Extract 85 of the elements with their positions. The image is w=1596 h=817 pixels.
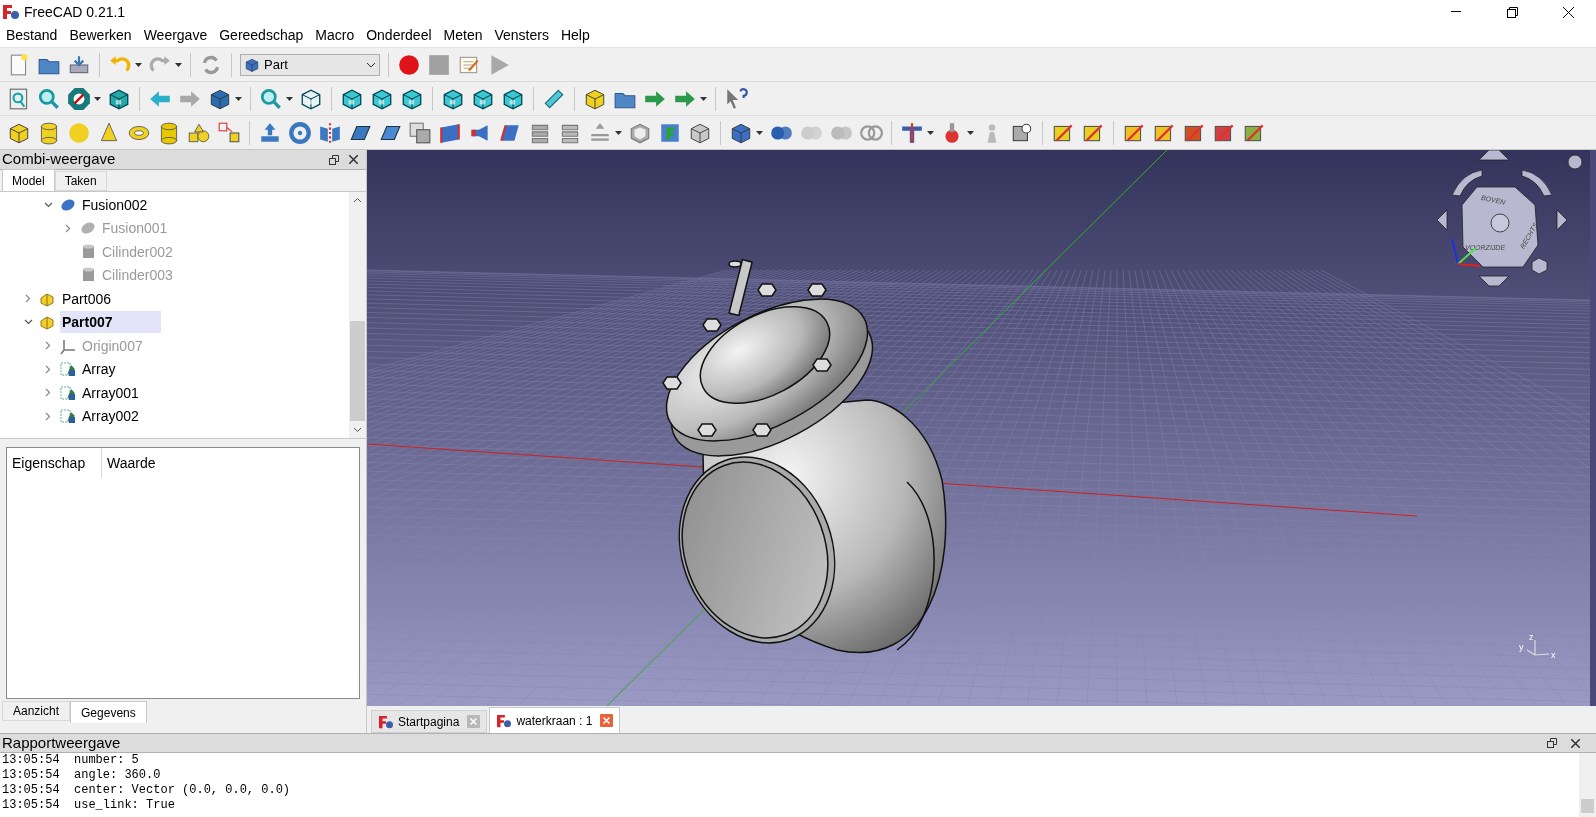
- document-tab[interactable]: Startpagina: [371, 710, 488, 733]
- column-header: Waarde: [106, 454, 157, 473]
- caret-icon[interactable]: [615, 130, 622, 135]
- scrollbar-thumb[interactable]: [1581, 799, 1594, 813]
- menu-item[interactable]: Weergave: [137, 24, 214, 47]
- menu-item[interactable]: Onderdeel: [360, 24, 438, 47]
- axis-label: z: [1529, 632, 1534, 642]
- log-line: 13:05:54 use_link: True: [2, 798, 176, 813]
- close-tab-icon[interactable]: [600, 714, 614, 727]
- expand-chevron-icon[interactable]: [45, 411, 51, 421]
- close-icon[interactable]: [349, 155, 358, 164]
- mini-axes-icon: [1526, 639, 1550, 656]
- menu-item[interactable]: Bewerken: [63, 24, 138, 47]
- tree-item[interactable]: Part007: [60, 311, 161, 334]
- caret-icon[interactable]: [967, 130, 974, 135]
- scrollbar[interactable]: [349, 192, 366, 438]
- caret-icon[interactable]: [756, 130, 763, 135]
- float-icon[interactable]: [1547, 738, 1557, 748]
- tab[interactable]: Gegevens: [70, 701, 147, 723]
- caret-icon[interactable]: [235, 96, 242, 101]
- window-title: FreeCAD 0.21.1: [24, 2, 126, 22]
- axis-label: x: [1551, 650, 1556, 660]
- close-icon: [1562, 6, 1574, 18]
- menu-item[interactable]: Vensters: [488, 24, 555, 47]
- shape-builder-icon[interactable]: [217, 120, 241, 145]
- menu-item[interactable]: Bestand: [0, 24, 64, 47]
- log-line: 13:05:54 number: 5: [2, 753, 140, 768]
- expand-chevron-icon[interactable]: [65, 223, 71, 233]
- app-logo-icon: [496, 713, 513, 728]
- caret-icon[interactable]: [927, 130, 934, 135]
- float-icon[interactable]: [329, 154, 339, 165]
- tab[interactable]: Model: [2, 169, 55, 191]
- offset-squares-icon[interactable]: [408, 120, 432, 145]
- expand-chevron-icon[interactable]: [45, 388, 51, 398]
- collapse-chevron-icon[interactable]: [23, 319, 33, 326]
- app-logo-icon: [378, 714, 394, 729]
- caret-icon[interactable]: [286, 96, 293, 101]
- caret-icon[interactable]: [94, 96, 101, 101]
- scrollbar[interactable]: [1579, 753, 1596, 817]
- panel-title: Combi-weergave: [2, 149, 116, 170]
- split-icon[interactable]: [900, 120, 924, 145]
- tree-item[interactable]: Part006: [60, 287, 114, 310]
- expand-chevron-icon[interactable]: [45, 364, 51, 374]
- record-icon[interactable]: [397, 52, 421, 77]
- menu-item[interactable]: Macro: [309, 24, 361, 47]
- log-line: 13:05:54 center: Vector (0.0, 0.0, 0.0): [2, 783, 292, 798]
- tree-item[interactable]: Array002: [80, 405, 141, 428]
- minimize-icon: [1451, 11, 1461, 13]
- array-icon: [59, 383, 77, 402]
- log-line: 13:05:54 angle: 360.0: [2, 768, 162, 783]
- caret-icon[interactable]: [135, 62, 142, 67]
- tree-item[interactable]: Fusion002: [80, 193, 150, 216]
- no-entry-icon[interactable]: [67, 86, 91, 111]
- collapse-chevron-icon[interactable]: [43, 201, 53, 208]
- column-header: Eigenschap: [7, 448, 102, 478]
- app-logo-icon: [2, 4, 20, 20]
- restore-icon: [1506, 6, 1518, 18]
- tab[interactable]: Aanzicht: [2, 701, 71, 721]
- menu-item[interactable]: Gereedschap: [213, 24, 310, 47]
- document-tab[interactable]: waterkraan : 1: [489, 707, 621, 733]
- revolve-icon[interactable]: [288, 120, 312, 145]
- scroll-down-icon[interactable]: [353, 427, 362, 433]
- help-cursor-icon[interactable]: [724, 86, 748, 111]
- expand-chevron-icon[interactable]: [25, 294, 31, 304]
- caret-icon: [366, 61, 376, 68]
- scrollbar-thumb[interactable]: [350, 321, 365, 421]
- expand-chevron-icon[interactable]: [45, 341, 51, 351]
- caret-icon[interactable]: [700, 96, 707, 101]
- caret-icon[interactable]: [175, 62, 182, 67]
- mirror-icon[interactable]: [318, 120, 342, 145]
- tab[interactable]: Taken: [54, 171, 107, 191]
- ruler-icon[interactable]: [542, 86, 566, 111]
- close-icon[interactable]: [1571, 738, 1580, 748]
- panel-title: Rapportweergave: [2, 732, 121, 753]
- array-icon: [59, 407, 77, 426]
- axis-label: y: [1519, 642, 1524, 652]
- zoom-icon[interactable]: [37, 86, 61, 111]
- workbench-dropdown[interactable]: Part: [240, 53, 380, 76]
- scroll-up-icon[interactable]: [353, 197, 362, 203]
- menu-item[interactable]: Help: [554, 24, 596, 47]
- array-icon: [59, 360, 77, 379]
- tree-item[interactable]: Array: [80, 358, 118, 381]
- menu-item[interactable]: Meten: [437, 24, 489, 47]
- tree-item[interactable]: Array001: [80, 381, 141, 404]
- cube-icon: [244, 56, 260, 73]
